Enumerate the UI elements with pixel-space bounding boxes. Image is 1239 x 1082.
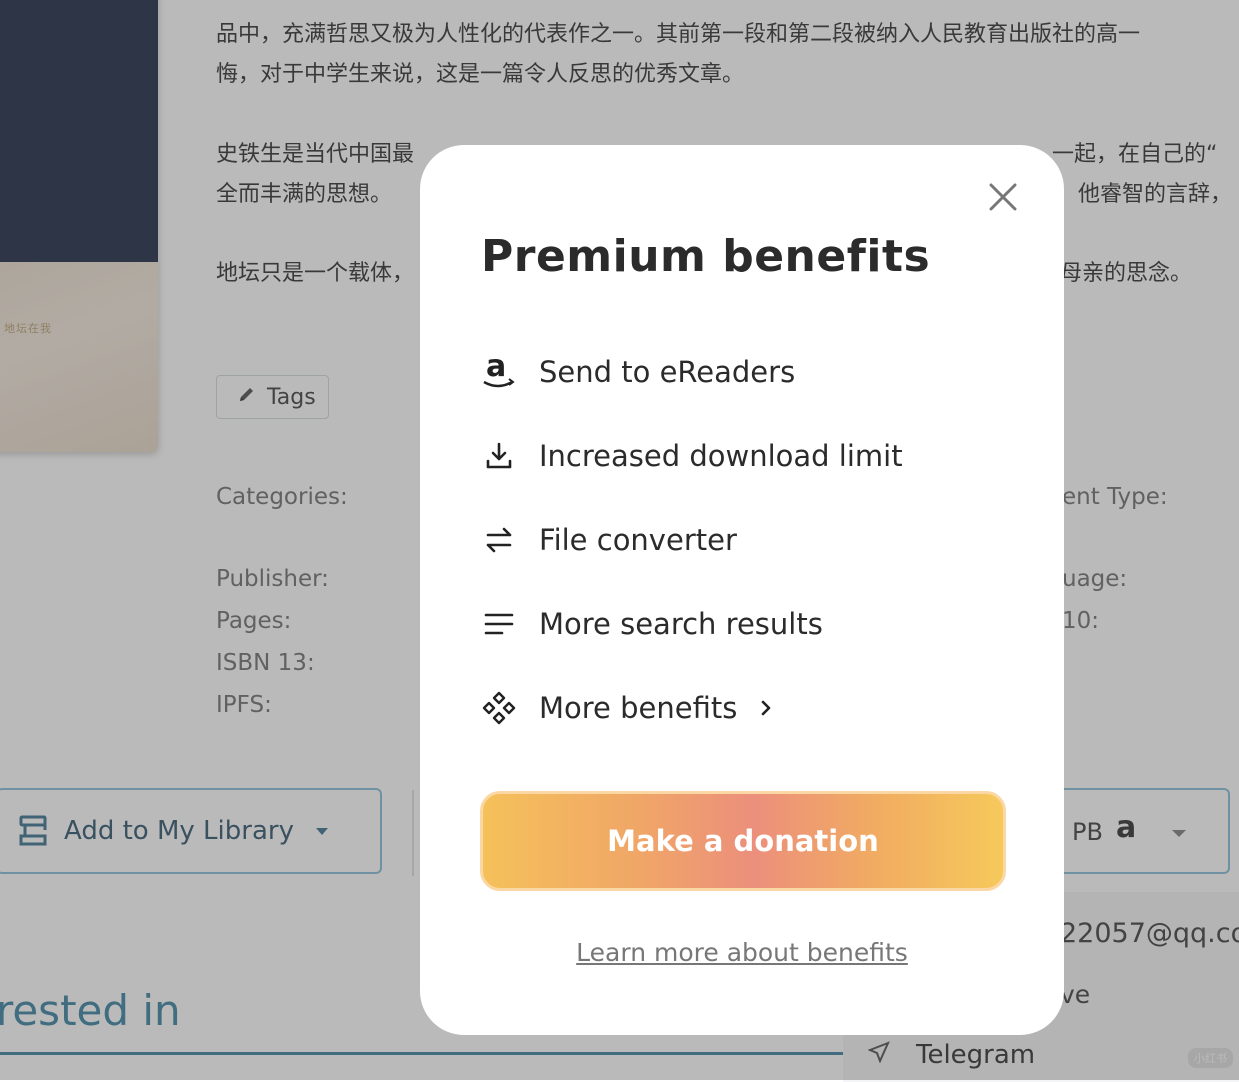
benefit-label: More search results [539, 607, 823, 641]
benefit-search-results: More search results [480, 602, 823, 646]
learn-more-link[interactable]: Learn more about benefits [420, 938, 1064, 967]
convert-arrows-icon [480, 521, 518, 559]
benefit-send-to-ereaders: a Send to eReaders [480, 350, 795, 394]
make-donation-button[interactable]: Make a donation [480, 791, 1006, 891]
menu-lines-icon [480, 605, 518, 643]
svg-text:a: a [486, 352, 506, 384]
benefit-label: More benefits [539, 691, 738, 725]
chevron-right-icon [759, 697, 773, 719]
benefit-download-limit: Increased download limit [480, 434, 903, 478]
benefit-label: Send to eReaders [539, 355, 796, 389]
benefit-file-converter: File converter [480, 518, 737, 562]
premium-benefits-modal: Premium benefits a Send to eReaders Incr… [420, 145, 1064, 1035]
diamond-cluster-icon [480, 689, 518, 727]
benefit-label: File converter [539, 523, 737, 557]
download-icon [480, 437, 518, 475]
close-icon [989, 183, 1017, 211]
benefit-label: Increased download limit [539, 439, 903, 473]
amazon-icon: a [480, 352, 518, 391]
close-button[interactable] [986, 180, 1020, 214]
modal-title: Premium benefits [481, 231, 931, 282]
more-benefits-link[interactable]: More benefits [480, 686, 773, 730]
